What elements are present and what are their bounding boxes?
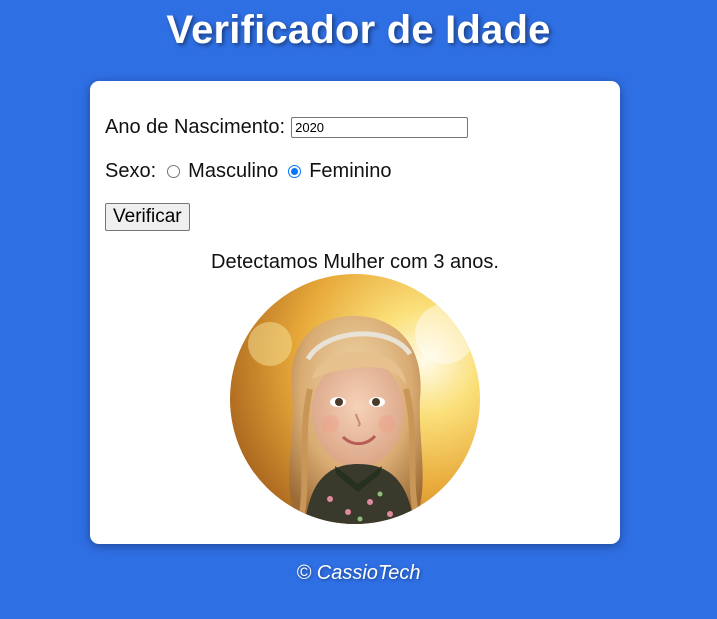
result-photo — [230, 274, 480, 524]
sex-label: Sexo: — [105, 160, 157, 182]
child-photo-image — [230, 274, 480, 524]
radio-masculino[interactable] — [167, 165, 181, 178]
page-header: Verificador de Idade — [0, 0, 717, 70]
radio-masculino-label[interactable]: Masculino — [188, 160, 278, 183]
year-row: Ano de Nascimento: — [105, 116, 469, 139]
verifier-card: Ano de Nascimento: Sexo: Masculino Femin… — [90, 81, 620, 544]
birth-year-input[interactable] — [291, 117, 469, 138]
radio-feminino-label[interactable]: Feminino — [309, 160, 391, 183]
page-footer: © CassioTech — [296, 562, 421, 584]
year-label: Ano de Nascimento: — [105, 116, 286, 138]
sex-row: Sexo: Masculino Feminino — [105, 160, 391, 183]
verify-button[interactable]: Verificar — [105, 203, 190, 231]
result-text: Detectamos Mulher com 3 anos. — [211, 251, 499, 273]
radio-feminino[interactable] — [288, 165, 302, 178]
page-title: Verificador de Idade — [166, 8, 551, 52]
